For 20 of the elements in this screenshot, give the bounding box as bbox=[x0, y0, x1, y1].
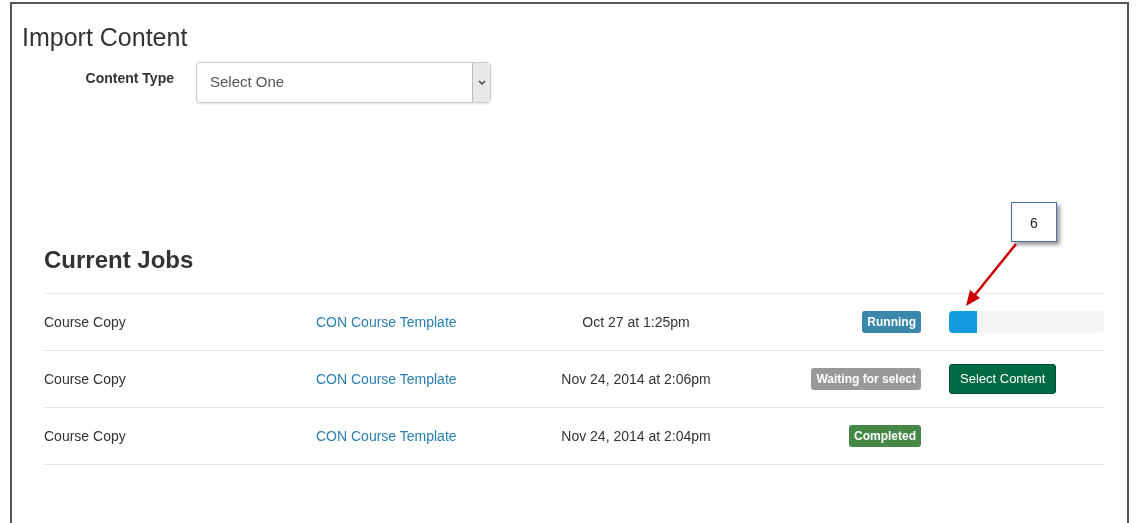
content-type-label: Content Type bbox=[84, 69, 175, 88]
status-label: Completed bbox=[849, 425, 921, 447]
status-label: Waiting for select bbox=[811, 368, 921, 390]
source-link[interactable]: CON Course Template bbox=[316, 425, 546, 447]
jobs-heading: Current Jobs bbox=[44, 245, 195, 275]
callout-arrow bbox=[966, 243, 1017, 306]
job-type: Course Copy bbox=[44, 312, 127, 332]
page-title: Import Content bbox=[22, 22, 189, 52]
chevron-down-icon bbox=[477, 79, 486, 86]
source-link[interactable]: CON Course Template bbox=[316, 368, 546, 390]
job-type: Course Copy bbox=[44, 426, 127, 446]
status-label: Running bbox=[862, 311, 921, 333]
content-type-select[interactable]: Select One bbox=[196, 62, 491, 103]
job-date: Nov 24, 2014 at 2:06pm bbox=[560, 369, 712, 389]
job-type: Course Copy bbox=[44, 369, 127, 389]
select-content-button[interactable]: Select Content bbox=[949, 364, 1057, 394]
job-date: Nov 24, 2014 at 2:04pm bbox=[560, 426, 712, 446]
source-link[interactable]: CON Course Template bbox=[316, 311, 546, 333]
callout-box: 6 bbox=[1011, 202, 1057, 242]
job-date: Oct 27 at 1:25pm bbox=[581, 312, 691, 332]
